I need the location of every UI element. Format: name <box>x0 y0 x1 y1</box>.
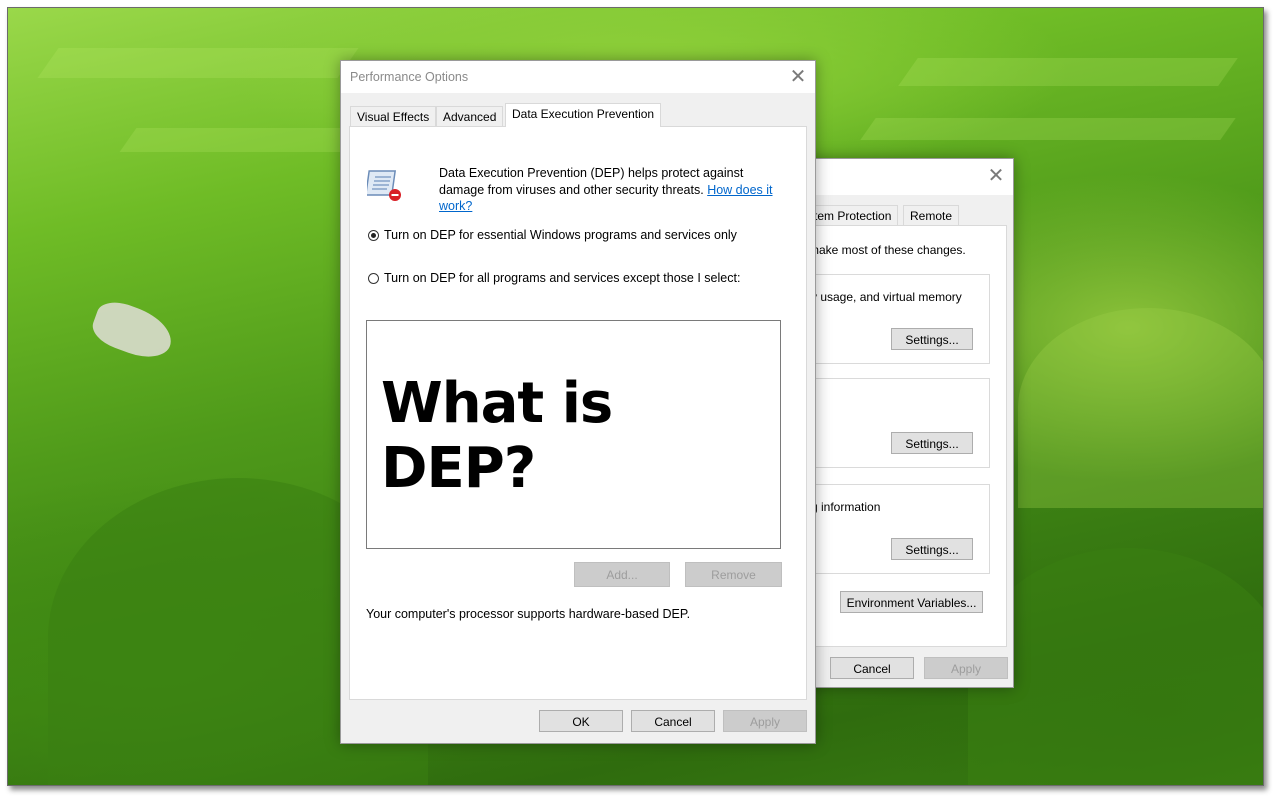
group-text: y usage, and virtual memory <box>811 290 962 304</box>
program-exceptions-list[interactable]: What is DEP? <box>366 320 781 549</box>
dep-description: Data Execution Prevention (DEP) helps pr… <box>439 165 774 215</box>
tab-remote[interactable]: Remote <box>903 205 960 225</box>
group-text: g information <box>811 500 881 514</box>
environment-variables-button[interactable]: Environment Variables... <box>840 591 983 613</box>
startup-recovery-group: g information Settings... <box>808 484 990 574</box>
processor-support-note: Your computer's processor supports hardw… <box>366 607 691 621</box>
tab-advanced[interactable]: Advanced <box>436 106 504 126</box>
apply-button[interactable]: Apply <box>924 657 1008 679</box>
radio-all[interactable] <box>368 272 379 284</box>
tab-visual-effects[interactable]: Visual Effects <box>350 106 437 126</box>
radio-essential-row[interactable]: Turn on DEP for essential Windows progra… <box>368 228 737 242</box>
system-properties-panel: make most of these changes. y usage, and… <box>807 225 1007 647</box>
remove-button[interactable]: Remove <box>685 562 782 587</box>
admin-note: make most of these changes. <box>809 243 966 257</box>
wallpaper-hill <box>1018 308 1263 508</box>
system-properties-dialog: ✕ tem Protection Remote make most of the… <box>790 158 1014 688</box>
user-profiles-group: Settings... <box>808 378 990 468</box>
ok-button[interactable]: OK <box>539 710 623 732</box>
wallpaper-river <box>87 295 179 366</box>
dep-shield-icon <box>364 165 405 203</box>
add-button[interactable]: Add... <box>574 562 670 587</box>
radio-essential-label: Turn on DEP for essential Windows progra… <box>384 228 737 242</box>
cancel-button[interactable]: Cancel <box>830 657 914 679</box>
close-icon[interactable]: ✕ <box>985 165 1007 187</box>
performance-options-dialog: Performance Options ✕ Visual Effects Adv… <box>340 60 816 744</box>
performance-group: y usage, and virtual memory Settings... <box>808 274 990 364</box>
radio-all-row[interactable]: Turn on DEP for all programs and service… <box>368 271 740 285</box>
radio-essential[interactable] <box>368 229 379 241</box>
tab-data-execution-prevention[interactable]: Data Execution Prevention <box>505 103 662 127</box>
wallpaper-field <box>37 48 359 78</box>
cancel-button[interactable]: Cancel <box>631 710 715 732</box>
dep-panel: Data Execution Prevention (DEP) helps pr… <box>349 126 807 700</box>
settings-button[interactable]: Settings... <box>891 432 973 454</box>
system-properties-titlebar <box>791 159 1013 195</box>
settings-button[interactable]: Settings... <box>891 328 973 350</box>
wallpaper-field <box>898 58 1238 86</box>
radio-all-label: Turn on DEP for all programs and service… <box>384 271 741 285</box>
overlay-title: What is DEP? <box>381 371 613 501</box>
performance-options-titlebar: Performance Options <box>341 61 815 93</box>
wallpaper-field <box>860 118 1236 140</box>
dep-description-text: Data Execution Prevention (DEP) helps pr… <box>439 166 744 197</box>
dialog-title: Performance Options <box>350 70 469 84</box>
close-icon[interactable]: ✕ <box>787 66 809 88</box>
apply-button[interactable]: Apply <box>723 710 807 732</box>
wallpaper-field <box>119 128 377 152</box>
settings-button[interactable]: Settings... <box>891 538 973 560</box>
tab-system-protection[interactable]: tem Protection <box>807 205 899 225</box>
